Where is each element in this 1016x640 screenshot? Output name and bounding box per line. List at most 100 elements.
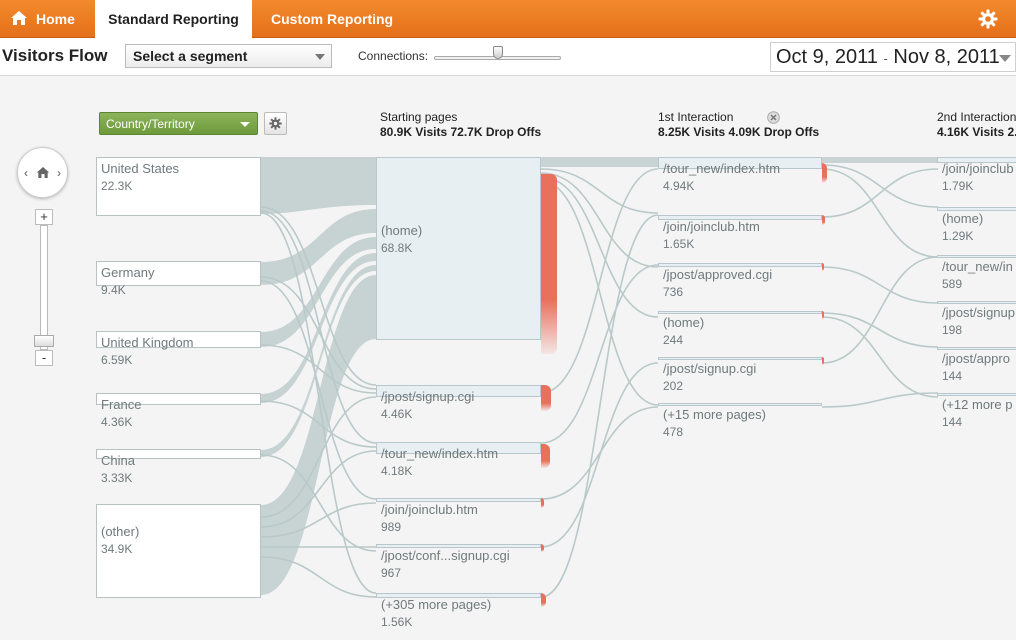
node-value: 1.29K xyxy=(942,229,974,243)
node-label: /jpost/signup.cgi xyxy=(663,361,757,376)
tab-home-label: Home xyxy=(36,11,75,27)
tab-standard-label: Standard Reporting xyxy=(108,11,239,27)
connections-slider-thumb[interactable] xyxy=(493,46,503,59)
node-value: 22.3K xyxy=(101,179,133,193)
gear-icon[interactable] xyxy=(978,9,998,29)
flow-band-us-home xyxy=(261,157,376,214)
zoom-slider-knob[interactable] xyxy=(34,335,54,347)
node-label: France xyxy=(101,397,142,412)
drop-off-bar[interactable] xyxy=(822,163,827,183)
connections-label: Connections: xyxy=(358,49,429,63)
node-value: 144 xyxy=(942,369,963,383)
node-label: /jpost/conf...signup.cgi xyxy=(381,548,510,563)
home-icon xyxy=(11,11,27,25)
drop-off-bar[interactable] xyxy=(541,498,544,508)
flow-canvas: Country/Territory Starting pages 80.9K V… xyxy=(0,77,1016,640)
node-value: 1.65K xyxy=(663,237,695,251)
column-stats: 80.9K Visits 72.7K Drop Offs xyxy=(380,125,542,139)
column-header-2nd-interaction: 2nd Interaction 4.16K Visits 2.0 xyxy=(937,110,1016,140)
column-title: Starting pages xyxy=(380,110,458,124)
zoom-out-button[interactable]: - xyxy=(35,350,53,366)
date-end: Nov 8, 2011 xyxy=(893,46,1000,68)
drop-off-bar[interactable] xyxy=(541,174,557,354)
drop-off-bar[interactable] xyxy=(822,357,824,365)
node-label: /tour_new/index.htm xyxy=(663,161,781,176)
report-toolbar: Visitors Flow Select a segment Connectio… xyxy=(0,38,1016,76)
zoom-slider-track[interactable] xyxy=(40,225,48,350)
dimension-settings-button[interactable] xyxy=(264,112,287,135)
date-range-picker[interactable]: Oct 9, 2011 - Nov 8, 2011 xyxy=(770,42,1016,72)
node-label: (home) xyxy=(663,315,705,330)
node-value: 1.79K xyxy=(942,179,974,193)
node-label: /tour_new/in xyxy=(942,259,1013,274)
node-value: 3.33K xyxy=(101,471,133,485)
node-value: 4.18K xyxy=(381,464,413,478)
pan-home-control[interactable]: ‹ › xyxy=(17,147,68,198)
dimension-select[interactable]: Country/Territory xyxy=(99,112,258,135)
node-value: 144 xyxy=(942,415,963,429)
node-label: /join/joinclub xyxy=(942,161,1014,176)
column-stats: 4.16K Visits 2.0 xyxy=(937,125,1016,139)
node-label: (home) xyxy=(381,223,423,238)
drop-off-bar[interactable] xyxy=(541,444,550,468)
node-value: 202 xyxy=(663,379,684,393)
node-label: (+15 more pages) xyxy=(663,407,766,422)
chevron-down-icon xyxy=(999,55,1011,62)
node-label: /tour_new/index.htm xyxy=(381,446,499,461)
segment-select-label: Select a segment xyxy=(133,48,248,64)
node-value: 6.59K xyxy=(101,353,133,367)
chevron-left-icon[interactable]: ‹ xyxy=(24,166,28,180)
flow-band-tour-join2 xyxy=(822,157,938,163)
node-label: /join/joinclub.htm xyxy=(381,502,478,517)
chevron-right-icon[interactable]: › xyxy=(57,166,61,180)
node-value: 244 xyxy=(663,333,684,347)
chevron-down-icon xyxy=(315,54,325,60)
node-label: Germany xyxy=(101,265,155,280)
node-label: (home) xyxy=(942,211,984,226)
visitors-flow-app: Home Standard Reporting Custom Reporting xyxy=(0,0,1016,640)
home-icon[interactable] xyxy=(36,166,50,179)
node-label: /join/joinclub.htm xyxy=(663,219,760,234)
node-value: 34.9K xyxy=(101,542,133,556)
close-icon[interactable] xyxy=(767,111,780,124)
column-stats: 8.25K Visits 4.09K Drop Offs xyxy=(658,125,820,139)
node-label: (other) xyxy=(101,524,140,539)
column-header-1st-interaction: 1st Interaction 8.25K Visits 4.09K Drop … xyxy=(658,110,819,140)
drop-off-bar[interactable] xyxy=(822,263,824,271)
node-label: United States xyxy=(101,161,180,176)
node-value: 198 xyxy=(942,323,963,337)
node-label: (+12 more p xyxy=(942,397,1013,412)
flow-band-home-tour xyxy=(541,157,658,167)
tab-custom-label: Custom Reporting xyxy=(271,11,394,27)
segment-select[interactable]: Select a segment xyxy=(125,44,332,68)
chevron-down-icon xyxy=(240,122,250,127)
node-value: 4.94K xyxy=(663,179,695,193)
zoom-in-button[interactable]: + xyxy=(35,209,53,225)
node-value: 4.36K xyxy=(101,415,133,429)
date-start: Oct 9, 2011 xyxy=(776,46,878,68)
node-label: /jpost/approved.cgi xyxy=(663,267,773,282)
node-label: /jpost/signup.cgi xyxy=(381,389,475,404)
drop-off-bar[interactable] xyxy=(822,311,824,319)
node-value: 736 xyxy=(663,285,684,299)
gear-icon xyxy=(269,117,282,130)
date-separator: - xyxy=(883,51,888,66)
drop-off-bar[interactable] xyxy=(541,385,551,411)
node-label: /jpost/signup xyxy=(942,305,1015,320)
node-value: 589 xyxy=(942,277,963,291)
top-nav: Home Standard Reporting Custom Reporting xyxy=(0,0,1016,39)
column-title: 2nd Interaction xyxy=(937,110,1016,124)
node-label: China xyxy=(101,453,135,468)
node-value: 478 xyxy=(663,425,684,439)
column-header-starting-pages: Starting pages 80.9K Visits 72.7K Drop O… xyxy=(380,110,541,140)
drop-off-bar[interactable] xyxy=(822,215,825,225)
node-value: 989 xyxy=(381,520,402,534)
tab-custom-reporting[interactable]: Custom Reporting xyxy=(271,0,393,38)
node-label: /jpost/appro xyxy=(942,351,1010,366)
node-value: 967 xyxy=(381,566,402,580)
page-title: Visitors Flow xyxy=(2,46,108,65)
node-value: 9.4K xyxy=(101,283,126,297)
node-label: United Kingdom xyxy=(101,335,194,350)
tab-standard-reporting[interactable]: Standard Reporting xyxy=(95,0,252,39)
tab-home[interactable]: Home xyxy=(10,0,75,38)
